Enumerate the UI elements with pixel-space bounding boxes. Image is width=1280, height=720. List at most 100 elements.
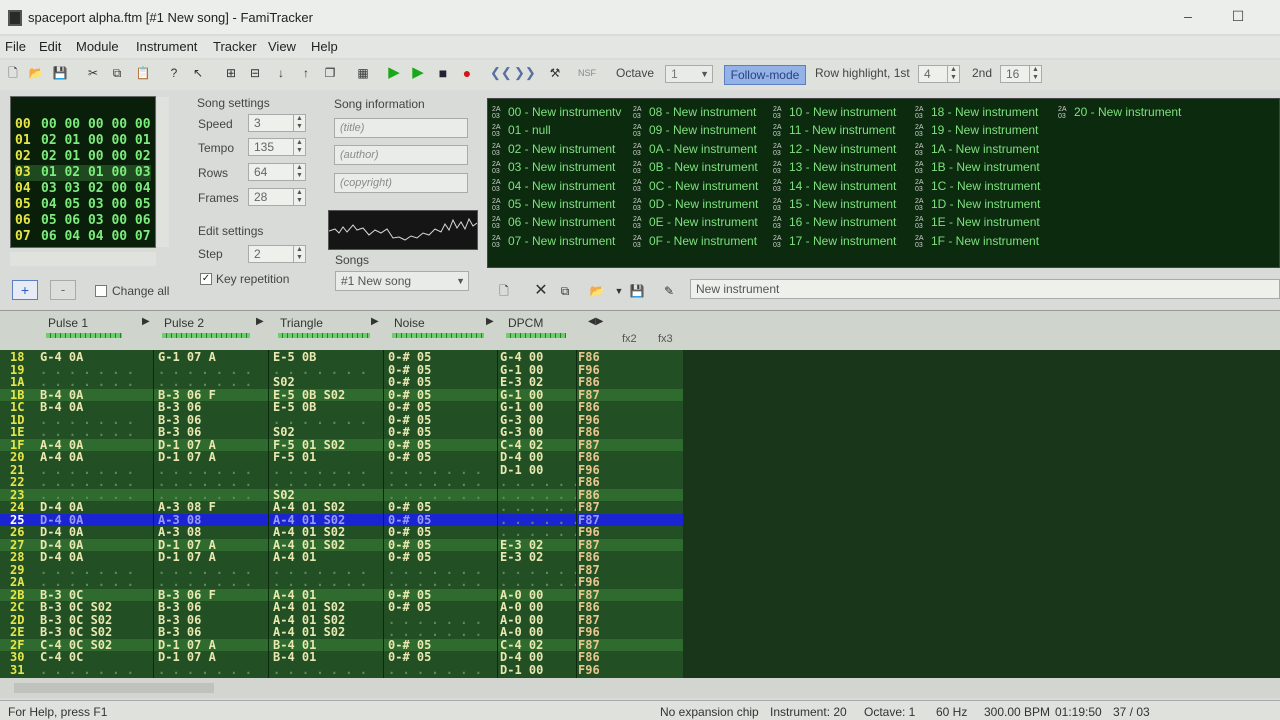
pattern-cell[interactable]: G-4 00 <box>500 351 543 364</box>
menu-file[interactable]: File <box>5 39 26 54</box>
instrument-item[interactable]: 2A 03 1B - New instrument <box>915 160 1040 175</box>
pattern-cell[interactable]: B-3 06 <box>158 601 201 614</box>
expand-arrow-icon[interactable]: ▶ <box>486 316 494 327</box>
move-frame-down-icon[interactable]: ↓ <box>272 64 290 82</box>
instrument-item[interactable]: 2A 03 07 - New instrument <box>492 234 615 249</box>
instrument-item[interactable]: 2A 03 0C - New instrument <box>633 179 758 194</box>
pattern-row[interactable]: 30 C-4 0C D-1 07 A B-4 01 0-# 05 D-4 00 F86 <box>0 651 683 664</box>
pattern-row[interactable]: 1A . . . . . . . . . . . . . . S02 0-# 05 E-3… <box>0 376 683 389</box>
pattern-row[interactable]: 18 G-4 0A G-1 07 A E-5 0B 0-# 05 G-4 00 F86 <box>0 351 683 364</box>
module-properties-icon[interactable]: ▦ <box>354 64 372 82</box>
effect-cell[interactable]: F96 <box>578 626 600 639</box>
pattern-cell[interactable]: 0-# 05 <box>388 351 431 364</box>
effect-cell[interactable]: F86 <box>578 351 600 364</box>
pattern-cell[interactable]: . . . . . . . <box>388 476 482 489</box>
pattern-cell[interactable]: . . . . . . . <box>40 476 134 489</box>
pattern-cell[interactable]: . . . . . . . <box>388 576 482 589</box>
instrument-item[interactable]: 2A 03 05 - New instrument <box>492 197 615 212</box>
pattern-row[interactable]: 1E . . . . . . . B-3 06 S02 0-# 05 G-3 00 F86 <box>0 426 683 439</box>
speed-spinner[interactable]: 3 ▲ ▼ <box>248 114 306 132</box>
pattern-editor[interactable]: 18 G-4 0A G-1 07 A E-5 0B 0-# 05 G-4 00 F86 19.… <box>0 350 683 678</box>
menu-tracker[interactable]: Tracker <box>213 39 257 54</box>
previous-song-icon[interactable]: ❮❮ <box>490 64 512 82</box>
pattern-cell[interactable]: G-1 00 <box>500 401 543 414</box>
effect-cell[interactable]: F86 <box>578 376 600 389</box>
octave-select[interactable]: 1 ▼ <box>665 65 713 83</box>
collapse-arrow-icon[interactable]: ◀▶ <box>588 316 603 327</box>
pattern-editor-empty-area[interactable] <box>683 350 1280 678</box>
pattern-cell[interactable]: D-4 0A <box>40 551 83 564</box>
instrument-item[interactable]: 2A 03 20 - New instrument <box>1058 105 1181 120</box>
pattern-cell[interactable]: D-1 00 <box>500 663 543 677</box>
pattern-cell[interactable]: G-4 0A <box>40 351 83 364</box>
menu-help[interactable]: Help <box>311 39 338 54</box>
stop-icon[interactable]: ■ <box>434 64 452 82</box>
pattern-row[interactable]: 1C B-4 0A B-3 06 E-5 0B 0-# 05 G-1 00 F86 <box>0 401 683 414</box>
effect-cell[interactable]: F86 <box>578 426 600 439</box>
pattern-cell[interactable]: 0-# 05 <box>388 451 431 464</box>
instrument-item[interactable]: 2A 03 10 - New instrument <box>773 105 896 120</box>
save-instrument-icon[interactable]: 💾 <box>628 282 646 300</box>
instrument-item[interactable]: 2A 03 06 - New instrument <box>492 215 615 230</box>
frame-row[interactable]: 07 06 04 04 00 07 <box>15 229 151 245</box>
pattern-cell[interactable]: . . . . . . . <box>40 576 134 589</box>
frame-row[interactable]: 04 03 03 02 00 04 <box>15 181 151 197</box>
channel-pulse-1[interactable]: Pulse 1 <box>48 316 88 330</box>
pattern-cell[interactable]: S02 <box>273 376 295 389</box>
pattern-cell[interactable]: . . . . . . . <box>388 663 482 677</box>
pattern-cell[interactable]: . . . . . . . <box>388 626 482 639</box>
instrument-item[interactable]: 2A 03 0B - New instrument <box>633 160 758 175</box>
new-instrument-icon[interactable]: 🗋 <box>495 282 513 300</box>
pattern-cell[interactable]: A-3 08 F <box>158 501 216 514</box>
copyright-input[interactable]: (copyright) <box>334 173 468 193</box>
instrument-list[interactable]: 2A 03 00 - New instrumentv 2A 03 01 - null 2A 0… <box>487 98 1280 268</box>
pattern-hscroll-thumb[interactable] <box>14 683 214 693</box>
expand-arrow-icon[interactable]: ▶ <box>256 316 264 327</box>
frame-row-current[interactable]: 03 01 02 01 00 03 <box>15 165 151 181</box>
add-frame-button[interactable]: + <box>12 280 38 300</box>
instrument-item[interactable]: 2A 03 08 - New instrument <box>633 105 756 120</box>
author-input[interactable]: (author) <box>334 145 468 165</box>
instrument-item[interactable]: 2A 03 0A - New instrument <box>633 142 757 157</box>
instrument-item[interactable]: 2A 03 12 - New instrument <box>773 142 896 157</box>
minimize-button[interactable]: – <box>1178 8 1198 24</box>
play-loop-icon[interactable]: ▶ <box>409 64 427 82</box>
effect-cell[interactable]: F86 <box>578 476 600 489</box>
pattern-cell[interactable]: A-4 01 <box>273 551 316 564</box>
key-repetition-checkbox[interactable]: ✓ <box>200 273 212 285</box>
copy-icon[interactable]: ⧉ <box>108 64 126 82</box>
pattern-row[interactable]: 24 D-4 0A A-3 08 F A-4 01 S02 0-# 05. . . . … <box>0 501 683 514</box>
pattern-cell[interactable]: . . . . . . . <box>40 426 134 439</box>
channel-noise[interactable]: Noise <box>394 316 425 330</box>
pattern-cell[interactable]: 0-# 05 <box>388 651 431 664</box>
instrument-item[interactable]: 2A 03 0D - New instrument <box>633 197 758 212</box>
pattern-cell[interactable]: D-4 00 <box>500 651 543 664</box>
instrument-item[interactable]: 2A 03 19 - New instrument <box>915 123 1038 138</box>
pattern-row[interactable]: 28 D-4 0A D-1 07 A A-4 01 0-# 05 E-3 02 F86 <box>0 551 683 564</box>
pattern-cell[interactable]: C-4 0C <box>40 651 83 664</box>
pattern-cell[interactable]: B-3 0C S02 <box>40 626 112 639</box>
frame-list[interactable]: 00 00 00 00 00 00 01 02 01 00 00 01 02 02 0… <box>10 96 169 248</box>
effect-cell[interactable]: F86 <box>578 551 600 564</box>
pattern-cell[interactable]: . . . . . . . <box>40 663 134 677</box>
save-icon[interactable]: 💾 <box>51 64 69 82</box>
pattern-cell[interactable]: A-4 01 S02 <box>273 626 345 639</box>
pattern-cell[interactable]: . . . . . . . <box>158 476 252 489</box>
instrument-item[interactable]: 2A 03 1D - New instrument <box>915 197 1040 212</box>
instrument-item[interactable]: 2A 03 02 - New instrument <box>492 142 615 157</box>
menu-edit[interactable]: Edit <box>39 39 61 54</box>
effect-cell[interactable]: F86 <box>578 601 600 614</box>
effect-cell[interactable]: F96 <box>578 526 600 539</box>
pattern-cell[interactable]: F-5 01 <box>273 451 316 464</box>
pattern-cell[interactable]: B-4 0A <box>40 401 83 414</box>
load-instrument-icon[interactable]: 📂 <box>588 282 606 300</box>
settings-icon[interactable]: ⚒ <box>546 64 564 82</box>
pattern-cell[interactable]: 0-# 05 <box>388 376 431 389</box>
menu-instrument[interactable]: Instrument <box>136 39 197 54</box>
pattern-row[interactable]: 2E B-3 0C S02 B-3 06 A-4 01 S02 . . . . . . … <box>0 626 683 639</box>
remove-frame-button[interactable]: - <box>50 280 76 300</box>
remove-instrument-icon[interactable]: ✕ <box>532 282 550 300</box>
step-spinner[interactable]: 2 ▲ ▼ <box>248 245 306 263</box>
follow-mode-button[interactable]: Follow-mode <box>724 65 806 85</box>
pattern-cell[interactable]: A-0 00 <box>500 626 543 639</box>
